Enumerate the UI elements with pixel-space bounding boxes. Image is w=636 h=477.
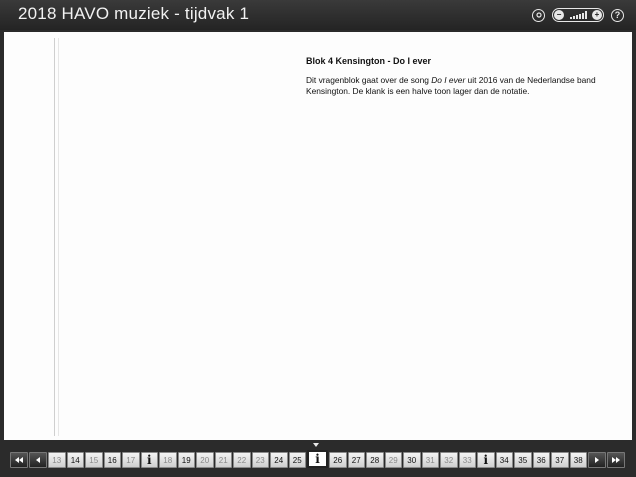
- info-page-button[interactable]: i: [140, 452, 158, 468]
- question-20-button[interactable]: 20: [196, 452, 214, 468]
- chevron-left-icon: [36, 457, 40, 463]
- volume-up-icon[interactable]: +: [592, 10, 602, 20]
- question-36-button[interactable]: 36: [532, 452, 550, 468]
- question-32-button[interactable]: 32: [440, 452, 458, 468]
- content-text: Blok 4 Kensington - Do I ever Dit vragen…: [306, 56, 616, 97]
- page-margin-line: [54, 38, 55, 436]
- window-title: 2018 HAVO muziek - tijdvak 1: [18, 4, 250, 23]
- title-bar: 2018 HAVO muziek - tijdvak 1 − + ?: [0, 0, 636, 30]
- prev-button[interactable]: [29, 452, 47, 468]
- question-35-button[interactable]: 35: [514, 452, 532, 468]
- current-position-indicator-icon: [313, 443, 319, 447]
- question-29-button[interactable]: 29: [384, 452, 402, 468]
- question-navigation: 13 14 15 16 17 i 18 19 20 21 22 23 24 25 i 26 27 28 29 30 31…: [10, 450, 625, 468]
- block-description: Dit vragenblok gaat over de song Do I ev…: [306, 75, 616, 97]
- question-27-button[interactable]: 27: [347, 452, 365, 468]
- toolbar-icons: − + ?: [532, 7, 624, 23]
- question-25-button[interactable]: 25: [288, 452, 306, 468]
- question-31-button[interactable]: 31: [421, 452, 439, 468]
- question-26-button[interactable]: 26: [329, 452, 347, 468]
- page-margin-line: [58, 38, 59, 436]
- question-13-button[interactable]: 13: [48, 452, 66, 468]
- question-33-button[interactable]: 33: [458, 452, 476, 468]
- question-24-button[interactable]: 24: [270, 452, 288, 468]
- question-navigation-bar: 13 14 15 16 17 i 18 19 20 21 22 23 24 25 i 26 27 28 29 30 31…: [0, 443, 636, 477]
- block-heading: Blok 4 Kensington - Do I ever: [306, 56, 432, 66]
- question-30-button[interactable]: 30: [403, 452, 421, 468]
- volume-down-icon[interactable]: −: [554, 10, 564, 20]
- question-23-button[interactable]: 23: [251, 452, 269, 468]
- info-page-button[interactable]: i: [307, 450, 328, 468]
- help-symbol: ?: [614, 9, 621, 20]
- question-22-button[interactable]: 22: [233, 452, 251, 468]
- double-chevron-right-icon: [612, 457, 620, 463]
- next-button[interactable]: [588, 452, 606, 468]
- question-38-button[interactable]: 38: [569, 452, 587, 468]
- description-before: Dit vragenblok gaat over de song: [306, 75, 432, 85]
- chevron-right-icon: [595, 457, 599, 463]
- question-18-button[interactable]: 18: [159, 452, 177, 468]
- help-icon[interactable]: ?: [611, 8, 624, 22]
- question-19-button[interactable]: 19: [177, 452, 195, 468]
- first-button[interactable]: [10, 452, 28, 468]
- info-page-button[interactable]: i: [477, 452, 495, 468]
- question-16-button[interactable]: 16: [103, 452, 121, 468]
- song-title: Do I ever: [431, 75, 466, 85]
- gear-glyph: [535, 12, 542, 18]
- volume-control[interactable]: − +: [552, 8, 604, 22]
- volume-level-icon: [569, 11, 587, 19]
- settings-icon[interactable]: [532, 8, 545, 22]
- question-34-button[interactable]: 34: [495, 452, 513, 468]
- content-page: Blok 4 Kensington - Do I ever Dit vragen…: [4, 32, 632, 440]
- question-17-button[interactable]: 17: [122, 452, 140, 468]
- question-28-button[interactable]: 28: [366, 452, 384, 468]
- double-chevron-left-icon: [15, 457, 23, 463]
- question-37-button[interactable]: 37: [551, 452, 569, 468]
- question-21-button[interactable]: 21: [214, 452, 232, 468]
- last-button[interactable]: [607, 452, 625, 468]
- question-15-button[interactable]: 15: [85, 452, 103, 468]
- question-14-button[interactable]: 14: [66, 452, 84, 468]
